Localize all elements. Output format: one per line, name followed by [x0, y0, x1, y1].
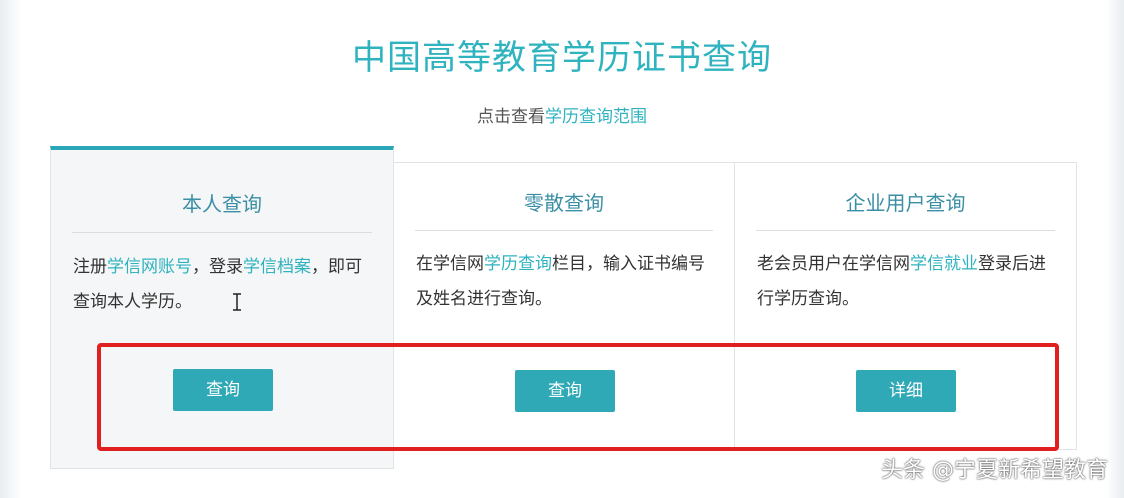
page-title: 中国高等教育学历证书查询	[352, 38, 772, 78]
card-divider	[756, 230, 1055, 231]
card-title: 企业用户查询	[845, 191, 966, 215]
subtitle-prefix: 点击查看	[477, 107, 545, 127]
watermark: 头条 @宁夏新希望教育	[881, 458, 1108, 483]
highlight-box	[97, 343, 1059, 451]
card-divider	[415, 230, 713, 231]
desc-text: ，登录	[192, 257, 243, 277]
xuexin-employment-link[interactable]: 学信就业	[910, 254, 978, 274]
xuexin-account-link[interactable]: 学信网账号	[107, 257, 192, 277]
text-cursor-icon	[233, 293, 241, 311]
card-title: 零散查询	[524, 191, 604, 215]
subtitle: 点击查看学历查询范围	[0, 102, 1124, 127]
card-title: 本人查询	[182, 192, 262, 216]
desc-text: 注册	[73, 257, 107, 277]
xuexin-archive-link[interactable]: 学信档案	[243, 257, 311, 277]
card-description: 在学信网学历查询栏目，输入证书编号及姓名进行查询。	[416, 247, 712, 317]
card-divider	[72, 232, 372, 233]
degree-query-link[interactable]: 学历查询	[484, 254, 552, 274]
desc-text: 老会员用户在学信网	[757, 254, 910, 274]
desc-text: 在学信网	[416, 254, 484, 274]
card-description: 注册学信网账号，登录学信档案，即可查询本人学历。	[73, 250, 371, 320]
card-description: 老会员用户在学信网学信就业登录后进行学历查询。	[757, 247, 1054, 317]
query-scope-link[interactable]: 学历查询范围	[545, 107, 647, 127]
